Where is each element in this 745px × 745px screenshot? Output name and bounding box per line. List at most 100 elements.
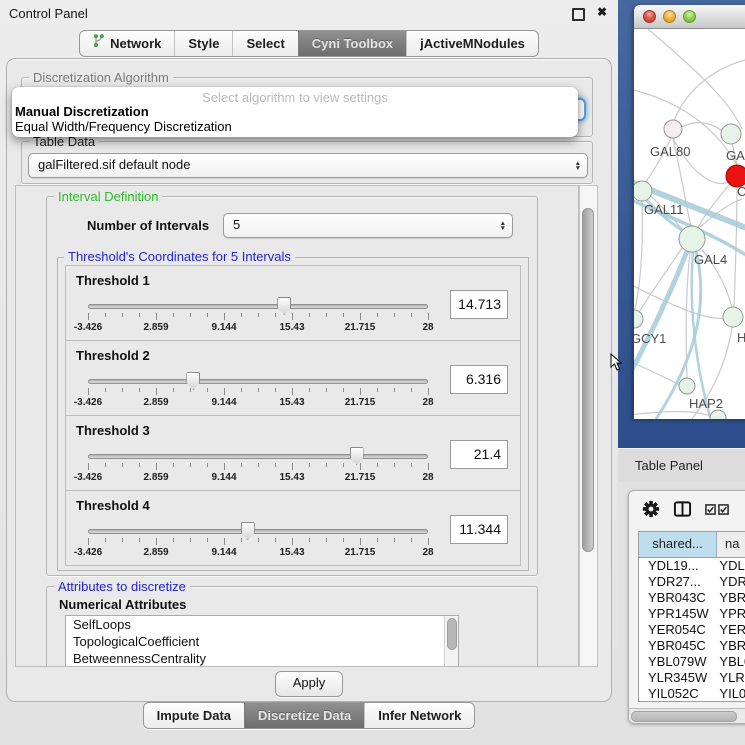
- table-row[interactable]: YBR043CYBR0: [639, 590, 745, 606]
- close-icon[interactable]: ✖: [597, 5, 607, 19]
- threshold-slider[interactable]: -3.4262.8599.14415.4321.71528: [88, 300, 428, 334]
- threshold-slider[interactable]: -3.4262.8599.14415.4321.71528: [88, 450, 428, 484]
- threshold-slider[interactable]: -3.4262.8599.14415.4321.71528: [88, 375, 428, 409]
- tick-mark: [105, 313, 106, 317]
- tick-label: 2.859: [143, 322, 168, 333]
- network-desktop: GAL80GACGAL11GAL4GCY1HHAP2: [618, 0, 745, 448]
- tick-mark: [122, 388, 123, 392]
- tick-mark: [173, 538, 174, 542]
- tick-label: 15.43: [279, 397, 304, 408]
- tick-label: 21.715: [345, 472, 376, 483]
- tab-select[interactable]: Select: [232, 31, 297, 56]
- network-node[interactable]: [634, 310, 643, 328]
- zoom-traffic-light-icon[interactable]: [683, 10, 696, 23]
- tick-mark: [309, 463, 310, 467]
- tick-mark: [139, 313, 140, 317]
- threshold-card: Threshold 1-3.4262.8599.14415.4321.71528…: [65, 265, 521, 341]
- threshold-card: Threshold 3-3.4262.8599.14415.4321.71528…: [65, 415, 521, 491]
- tick-mark: [309, 313, 310, 317]
- dropdown-option-manual-discretization[interactable]: Manual Discretization: [15, 104, 149, 119]
- table-row[interactable]: YDL19...YDL1: [639, 558, 745, 574]
- tab-style[interactable]: Style: [174, 31, 232, 56]
- tab-cyni-toolbox[interactable]: Cyni Toolbox: [298, 31, 406, 56]
- network-node[interactable]: [634, 181, 652, 201]
- table-data-combobox[interactable]: galFiltered.sif default node ▲▼: [28, 153, 588, 178]
- list-item[interactable]: TopologicalCoefficient: [66, 633, 458, 650]
- network-node[interactable]: [679, 226, 705, 252]
- network-canvas[interactable]: GAL80GACGAL11GAL4GCY1HHAP2: [634, 29, 745, 419]
- interval-definition-group: Interval Definition Number of Intervals …: [46, 196, 538, 576]
- column-header-shared-name[interactable]: shared...: [639, 532, 717, 557]
- numerical-attributes-list[interactable]: SelfLoopsTopologicalCoefficientBetweenne…: [65, 615, 459, 667]
- checkbox-icon[interactable]: [705, 504, 716, 515]
- table-row[interactable]: YLR345WYLR3: [639, 670, 745, 686]
- cyni-toolbox-panel: Discretization Algorithm Table Data galF…: [6, 58, 612, 702]
- table-row[interactable]: YBR045CYBR0: [639, 638, 745, 654]
- settings-gear-icon[interactable]: [642, 500, 660, 518]
- network-node[interactable]: [710, 410, 726, 419]
- scrollbar-thumb[interactable]: [631, 711, 737, 722]
- table-row[interactable]: YIL052CYIL0: [639, 686, 745, 701]
- slider-tick-labels: -3.4262.8599.14415.4321.71528: [88, 397, 428, 409]
- cell-shared-name: YPR145W: [639, 606, 711, 622]
- tab-label: Impute Data: [157, 703, 231, 728]
- list-scrollbar[interactable]: [444, 616, 458, 667]
- scrollbar-thumb[interactable]: [582, 208, 594, 552]
- column-header-name[interactable]: na: [717, 532, 745, 557]
- list-item[interactable]: BetweennessCentrality: [66, 650, 458, 667]
- slider-ticks: [88, 463, 428, 471]
- tick-mark: [292, 463, 293, 470]
- tab-impute-data[interactable]: Impute Data: [144, 703, 244, 728]
- vertical-scrollbar[interactable]: [579, 185, 598, 667]
- tick-mark: [105, 463, 106, 467]
- tab-label: Cyni Toolbox: [312, 31, 393, 56]
- mouse-cursor: [610, 353, 623, 372]
- tick-label: 15.43: [279, 472, 304, 483]
- right-bottom-area: Table Panel: [618, 448, 745, 745]
- tick-label: 2.859: [143, 397, 168, 408]
- tick-mark: [309, 388, 310, 392]
- table-row[interactable]: YDR27...YDR2: [639, 574, 745, 590]
- list-item[interactable]: SelfLoops: [66, 616, 458, 633]
- tick-mark: [360, 538, 361, 545]
- tab-network[interactable]: Network: [80, 31, 174, 56]
- table-row[interactable]: YER054CYER0: [639, 622, 745, 638]
- tick-label: 9.144: [211, 472, 236, 483]
- network-node[interactable]: [679, 378, 695, 394]
- network-node[interactable]: [723, 307, 743, 327]
- network-node[interactable]: [664, 120, 682, 138]
- table-row[interactable]: YBL079WYBL0: [639, 654, 745, 670]
- network-node[interactable]: [721, 124, 741, 144]
- threshold-value-field[interactable]: 11.344: [450, 515, 508, 544]
- tab-discretize-data[interactable]: Discretize Data: [244, 703, 364, 728]
- horizontal-scrollbar[interactable]: [629, 708, 745, 723]
- tab-jactivemnodules[interactable]: jActiveMNodules: [406, 31, 538, 56]
- threshold-slider[interactable]: -3.4262.8599.14415.4321.71528: [88, 525, 428, 559]
- threshold-value-field[interactable]: 6.316: [450, 365, 508, 394]
- scrollbar-thumb[interactable]: [447, 618, 457, 650]
- threshold-value-field[interactable]: 21.4: [450, 440, 508, 469]
- tick-mark: [292, 313, 293, 320]
- checkbox-icon[interactable]: [718, 504, 729, 515]
- node-label-h: H: [737, 330, 745, 345]
- network-icon: [93, 31, 105, 56]
- split-columns-icon[interactable]: [673, 500, 692, 518]
- tick-mark: [394, 463, 395, 467]
- close-traffic-light-icon[interactable]: [643, 10, 656, 23]
- apply-button[interactable]: Apply: [275, 671, 343, 697]
- number-of-intervals-combobox[interactable]: 5 ▲▼: [223, 213, 513, 238]
- slider-tick-labels: -3.4262.8599.14415.4321.71528: [88, 547, 428, 559]
- table-row[interactable]: YPR145WYPR1: [639, 606, 745, 622]
- tab-label: Network: [110, 31, 161, 56]
- tab-infer-network[interactable]: Infer Network: [364, 703, 474, 728]
- slider-tick-labels: -3.4262.8599.14415.4321.71528: [88, 472, 428, 484]
- tick-mark: [343, 388, 344, 392]
- threshold-value-field[interactable]: 14.713: [450, 290, 508, 319]
- dropdown-option-equal-width-frequency[interactable]: Equal Width/Frequency Discretization: [15, 119, 232, 134]
- node-label-gal11: GAL11: [644, 202, 684, 217]
- minimize-traffic-light-icon[interactable]: [663, 10, 676, 23]
- float-window-icon[interactable]: [572, 8, 585, 21]
- threshold-list: Threshold 1-3.4262.8599.14415.4321.71528…: [65, 266, 521, 566]
- top-tab-bar: Network StyleSelect Cyni Toolbox jActiveMNo…: [0, 30, 618, 57]
- tick-mark: [207, 463, 208, 467]
